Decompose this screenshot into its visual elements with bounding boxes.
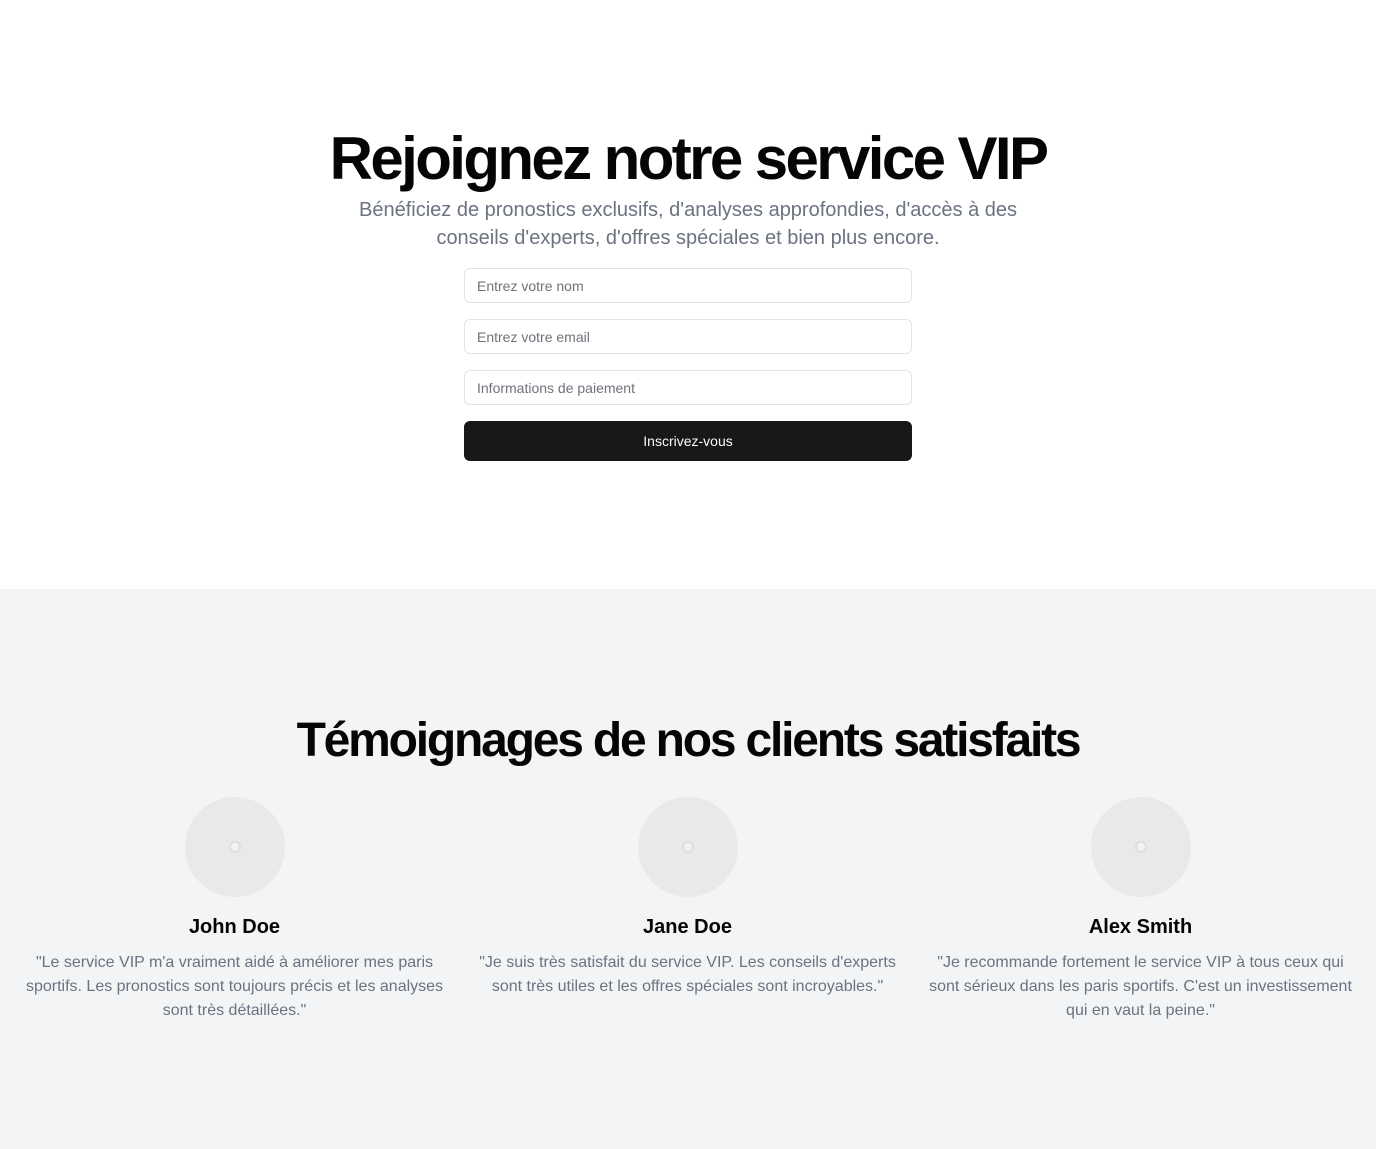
- testimonial-name: Alex Smith: [1088, 916, 1193, 938]
- testimonial-name: John Doe: [188, 916, 281, 938]
- testimonial-card: John Doe "Le service VIP m'a vraiment ai…: [8, 797, 461, 1023]
- signup-form: Inscrivez-vous: [464, 268, 912, 461]
- testimonials-title: Témoignages de nos clients satisfaits: [296, 714, 1082, 767]
- signup-button[interactable]: Inscrivez-vous: [464, 421, 912, 461]
- avatar: [184, 797, 285, 897]
- signup-title: Rejoignez notre service VIP: [329, 125, 1049, 192]
- avatar: [1090, 797, 1191, 897]
- testimonial-name: Jane Doe: [643, 916, 732, 938]
- avatar-placeholder-icon: [1134, 841, 1147, 853]
- payment-input[interactable]: [464, 370, 912, 405]
- signup-section: Rejoignez notre service VIP Bénéficiez d…: [0, 0, 1376, 589]
- avatar-placeholder-icon: [228, 841, 241, 853]
- testimonials-section: Témoignages de nos clients satisfaits Jo…: [0, 589, 1376, 1149]
- avatar-placeholder-icon: [681, 841, 694, 853]
- testimonial-card: Alex Smith "Je recommande fortement le s…: [914, 797, 1367, 1023]
- testimonial-quote: "Le service VIP m'a vraiment aidé à amél…: [25, 954, 444, 1019]
- name-input[interactable]: [464, 268, 912, 303]
- testimonial-quote: "Je suis très satisfait du service VIP. …: [479, 954, 896, 995]
- testimonial-quote: "Je recommande fortement le service VIP …: [929, 954, 1352, 1019]
- testimonial-card: Jane Doe "Je suis très satisfait du serv…: [461, 797, 914, 999]
- signup-subtitle: Bénéficiez de pronostics exclusifs, d'an…: [358, 199, 1017, 249]
- avatar: [637, 797, 738, 897]
- email-input[interactable]: [464, 319, 912, 354]
